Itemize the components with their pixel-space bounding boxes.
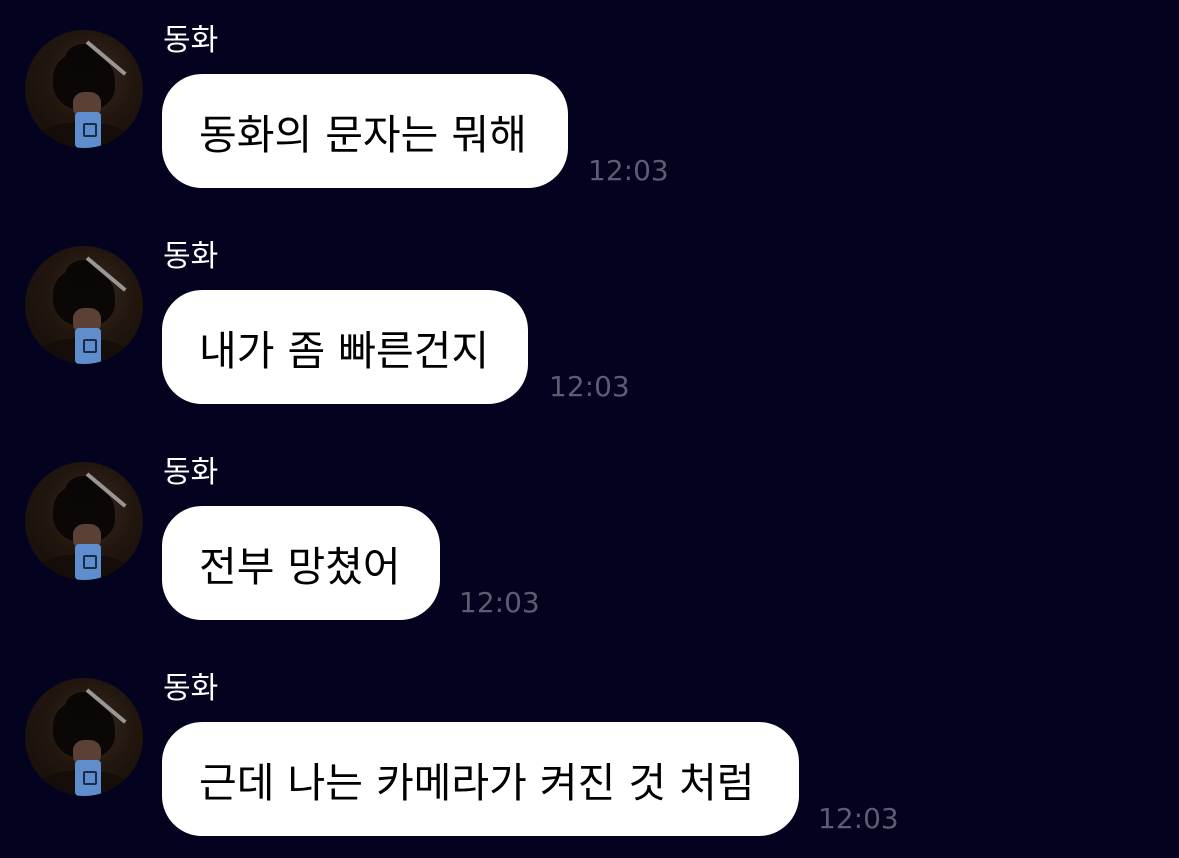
message-bubble[interactable]: 동화의 문자는 뭐해 bbox=[162, 74, 568, 188]
message-row: 동화 동화의 문자는 뭐해 12:03 bbox=[0, 0, 1179, 200]
sender-name: 동화 bbox=[163, 239, 219, 274]
sender-name: 동화 bbox=[163, 23, 219, 58]
message-bubble[interactable]: 근데 나는 카메라가 켜진 것 처럼 bbox=[162, 722, 799, 836]
avatar[interactable] bbox=[25, 462, 143, 580]
sender-name: 동화 bbox=[163, 671, 219, 706]
avatar[interactable] bbox=[25, 246, 143, 364]
message-time: 12:03 bbox=[818, 802, 899, 835]
chat-thread: 동화 동화의 문자는 뭐해 12:03 동화 내가 좀 빠른건지 12:03 동… bbox=[0, 0, 1179, 858]
message-time: 12:03 bbox=[549, 370, 630, 403]
message-bubble[interactable]: 전부 망쳤어 bbox=[162, 506, 440, 620]
message-bubble[interactable]: 내가 좀 빠른건지 bbox=[162, 290, 528, 404]
message-row: 동화 근데 나는 카메라가 켜진 것 처럼 12:03 bbox=[0, 648, 1179, 848]
message-row: 동화 전부 망쳤어 12:03 bbox=[0, 432, 1179, 632]
message-time: 12:03 bbox=[459, 586, 540, 619]
avatar[interactable] bbox=[25, 30, 143, 148]
avatar[interactable] bbox=[25, 678, 143, 796]
message-row: 동화 내가 좀 빠른건지 12:03 bbox=[0, 216, 1179, 416]
sender-name: 동화 bbox=[163, 455, 219, 490]
message-time: 12:03 bbox=[588, 154, 669, 187]
